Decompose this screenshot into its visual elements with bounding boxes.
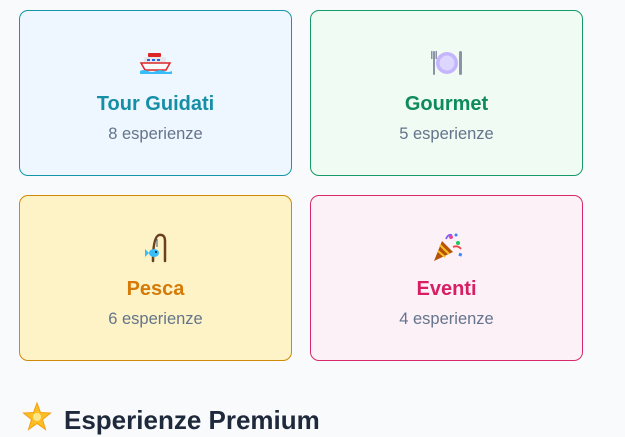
ship-icon: [136, 48, 176, 78]
section-title: Esperienze Premium: [64, 404, 320, 435]
category-title: Pesca: [126, 278, 185, 300]
premium-section-header: Esperienze Premium: [22, 401, 320, 437]
category-card-tour-guidati[interactable]: Tour Guidati 8 esperienze: [19, 10, 292, 176]
party-popper-icon: [427, 233, 467, 263]
category-title: Eventi: [416, 278, 477, 300]
category-count: 5 esperienze: [399, 125, 494, 143]
star-icon: [22, 401, 52, 437]
fishing-rod-icon: [136, 233, 176, 263]
category-count: 6 esperienze: [108, 310, 203, 328]
category-card-pesca[interactable]: Pesca 6 esperienze: [19, 195, 292, 361]
category-count: 8 esperienze: [108, 125, 203, 143]
category-card-eventi[interactable]: Eventi 4 esperienze: [310, 195, 583, 361]
category-card-gourmet[interactable]: Gourmet 5 esperienze: [310, 10, 583, 176]
category-count: 4 esperienze: [399, 310, 494, 328]
category-title: Tour Guidati: [96, 93, 215, 115]
plate-icon: [427, 48, 467, 78]
category-title: Gourmet: [404, 93, 489, 115]
category-grid: Tour Guidati 8 esperienze Gourmet 5 espe…: [0, 0, 625, 430]
